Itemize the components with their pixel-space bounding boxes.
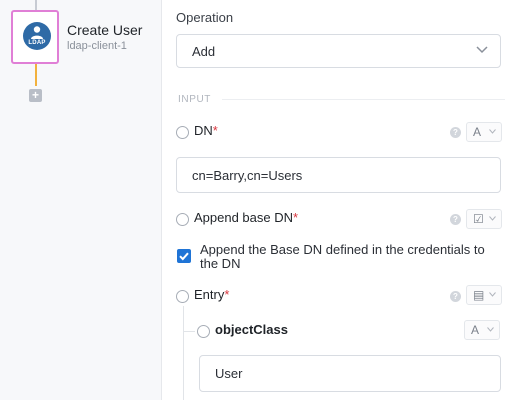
text-type-icon: A	[471, 323, 480, 337]
ldap-icon-text: LDAP	[28, 40, 46, 46]
node-title[interactable]: Create User	[67, 22, 142, 38]
append-base-dn-checkbox-label[interactable]: Append the Base DN defined in the creden…	[200, 243, 500, 271]
objectclass-mode-radio[interactable]	[197, 325, 210, 338]
append-base-dn-mode-radio[interactable]	[176, 213, 189, 226]
append-base-dn-type-selector[interactable]: ☑	[466, 209, 502, 229]
chevron-down-icon	[489, 216, 496, 221]
required-marker: *	[212, 123, 218, 138]
dn-input[interactable]: cn=Barry,cn=Users	[176, 157, 501, 193]
operation-label: Operation	[176, 10, 234, 25]
required-marker: *	[293, 210, 299, 225]
dn-label: DN*	[194, 123, 218, 138]
dn-mode-radio[interactable]	[176, 126, 189, 139]
entry-label: Entry*	[194, 287, 229, 302]
objectclass-input[interactable]: User	[199, 355, 501, 392]
help-icon[interactable]: ?	[450, 127, 461, 138]
object-type-icon: ▤	[473, 288, 485, 302]
connector-line-top	[35, 0, 37, 10]
required-marker: *	[224, 287, 230, 302]
entry-label-text: Entry	[194, 287, 225, 302]
node-subtitle: ldap-client-1	[67, 40, 127, 52]
operation-select[interactable]: Add	[176, 34, 501, 68]
dn-label-text: DN	[194, 123, 213, 138]
append-base-dn-label: Append base DN*	[194, 210, 298, 225]
checkmark-icon	[179, 252, 189, 261]
dn-type-selector[interactable]: A	[466, 122, 502, 142]
help-icon[interactable]: ?	[450, 214, 461, 225]
connector-line-bottom	[35, 64, 37, 86]
section-input-label: INPUT	[178, 94, 211, 105]
entry-type-selector[interactable]: ▤	[466, 285, 502, 305]
objectclass-label: objectClass	[215, 322, 288, 337]
text-type-icon: A	[473, 125, 482, 139]
step-config-panel: Operation Add INPUT DN* ? A cn=Barry,cn=…	[162, 0, 505, 400]
workflow-canvas: LDAP + Create User ldap-client-1	[0, 0, 162, 400]
append-base-dn-checkbox[interactable]	[177, 249, 191, 263]
section-divider	[222, 99, 505, 100]
entry-mode-radio[interactable]	[176, 290, 189, 303]
tree-connector-horizontal	[183, 331, 195, 332]
workflow-node-card[interactable]: LDAP	[11, 10, 59, 64]
dn-input-value: cn=Barry,cn=Users	[192, 168, 303, 183]
boolean-type-icon: ☑	[473, 212, 484, 226]
chevron-down-icon	[489, 129, 496, 134]
chevron-down-icon	[487, 327, 494, 332]
help-icon[interactable]: ?	[450, 291, 461, 302]
chevron-down-icon	[489, 292, 496, 297]
operation-select-value: Add	[192, 44, 216, 59]
append-base-dn-label-text: Append base DN	[194, 210, 294, 225]
objectclass-type-selector[interactable]: A	[464, 320, 500, 340]
ldap-user-icon: LDAP	[23, 22, 51, 50]
objectclass-input-value: User	[215, 366, 243, 381]
tree-connector-vertical	[183, 306, 184, 400]
plus-icon[interactable]: +	[29, 89, 42, 102]
chevron-down-icon	[476, 46, 488, 54]
